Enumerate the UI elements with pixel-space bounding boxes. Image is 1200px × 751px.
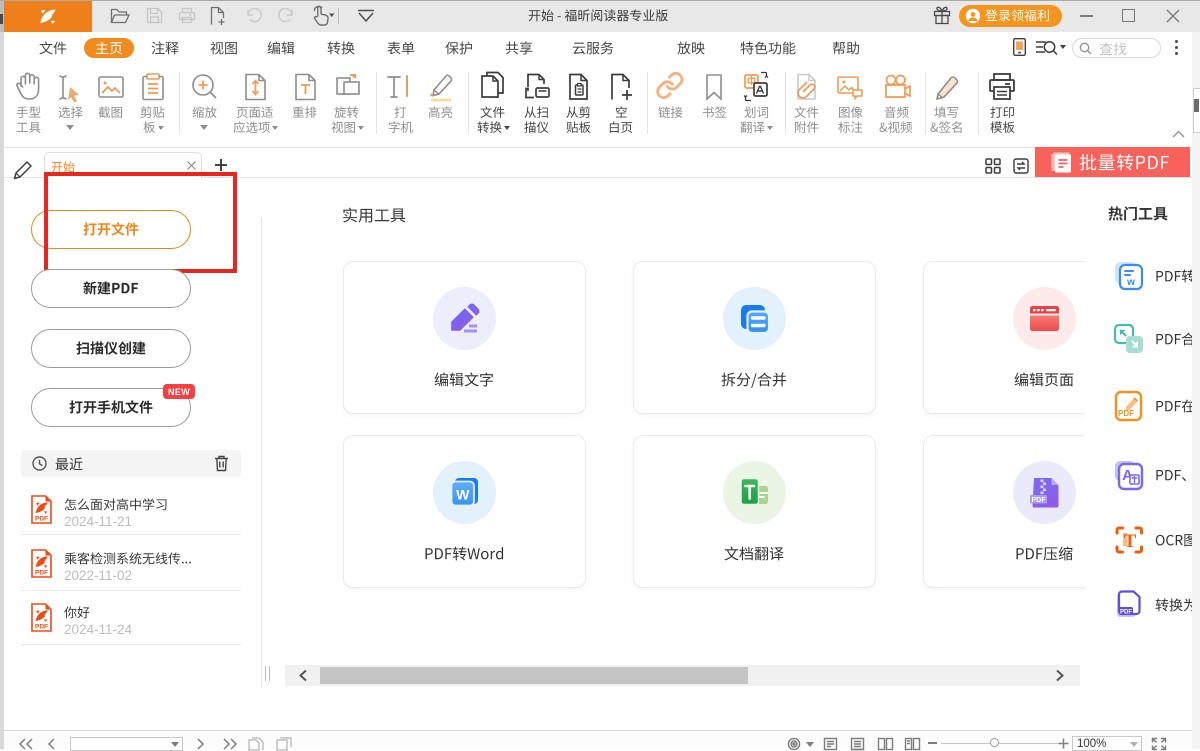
svg-text:W: W (456, 487, 470, 503)
svg-text:PDF: PDF (35, 624, 48, 631)
svg-text:PDF: PDF (1118, 409, 1134, 418)
svg-text:w: w (1126, 277, 1135, 288)
svg-text:T: T (1124, 531, 1137, 552)
svg-text:PDF: PDF (1032, 497, 1047, 504)
svg-text:PDF: PDF (1120, 609, 1132, 615)
svg-text:PDF: PDF (35, 570, 48, 577)
svg-text:PDF: PDF (35, 516, 48, 523)
